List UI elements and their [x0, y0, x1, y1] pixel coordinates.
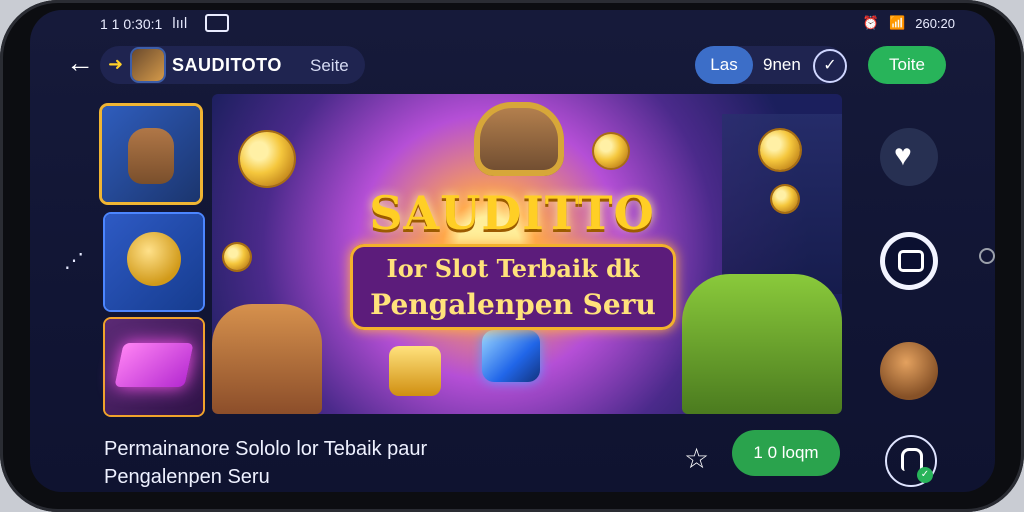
check-icon[interactable]: ✓: [813, 49, 847, 83]
character-top: [474, 102, 564, 176]
battery-text: 260:20: [915, 15, 955, 31]
alarm-icon: ⏰: [862, 15, 880, 30]
game-thumbnail[interactable]: [105, 214, 203, 310]
banner-title-main: SAUDITTO: [369, 186, 655, 240]
banner-title-line1: Ior Slot Terbaik dk: [386, 254, 640, 283]
banner-title: SAUDITTO Ior Slot Terbaik dk Pengalenpen…: [332, 186, 692, 336]
camera-icon: [898, 250, 924, 272]
gem-icon: [114, 343, 194, 387]
trophy-icon: [127, 232, 181, 286]
bottom-caption-line2: Pengalenpen Seru: [104, 466, 270, 488]
front-camera: [979, 248, 995, 264]
check-badge-icon: ✓: [917, 467, 933, 483]
game-thumbnail[interactable]: [102, 106, 200, 202]
character-right: [682, 274, 842, 414]
back-button[interactable]: ←: [62, 46, 98, 82]
coin: [760, 130, 800, 170]
phone-frame: 1 1 0:30:1 lııl ⏰ 📶 260:20 ← ➜ SAUDITOTO…: [0, 0, 1024, 512]
share-icon[interactable]: ⋰: [64, 248, 88, 272]
brand-avatar: [132, 49, 164, 81]
segment-control: Las 9nen ✓: [695, 46, 847, 84]
blue-gem: [482, 330, 540, 382]
segment-left[interactable]: Las: [695, 46, 753, 84]
character-left: [212, 304, 322, 414]
game-thumbnail[interactable]: [105, 319, 203, 415]
bottom-caption-line1: Permainanore Sololo lor Tebaik paur: [104, 438, 428, 460]
coin: [240, 132, 294, 186]
arrow-left-icon: ←: [66, 47, 94, 78]
brand-name: SAUDITOTO: [172, 55, 282, 75]
arrow-right-icon: ➜: [108, 54, 124, 74]
status-time: 1 1 0:30:1: [100, 16, 163, 32]
app-screen: 1 1 0:30:1 lııl ⏰ 📶 260:20 ← ➜ SAUDITOTO…: [30, 10, 995, 492]
coin: [224, 244, 250, 270]
bottom-caption: Permainanore Sololo lor Tebaik paur Peng…: [104, 435, 427, 491]
star-icon[interactable]: ☆: [684, 445, 714, 475]
profile-button[interactable]: ✓: [885, 435, 937, 487]
avatar-button[interactable]: [880, 342, 938, 400]
play-button[interactable]: 1 0 loqm: [732, 430, 840, 476]
gold-cup: [389, 346, 441, 396]
heart-icon: ♥: [894, 139, 912, 172]
brand-sub: Seite: [310, 56, 349, 75]
banner-title-plate: Ior Slot Terbaik dk Pengalenpen Seru: [350, 244, 676, 330]
signal-icon: lııl: [172, 16, 188, 32]
segment-right[interactable]: 9nen: [763, 46, 801, 84]
screen-icon: [205, 14, 229, 32]
coin: [594, 134, 628, 168]
top-bar: ← ➜ SAUDITOTO Seite Las 9nen ✓ Toite: [30, 42, 995, 86]
coin: [772, 186, 798, 212]
character-face: [128, 128, 174, 184]
toite-button[interactable]: Toite: [868, 46, 946, 84]
wifi-icon: 📶: [889, 15, 906, 30]
brand-pill[interactable]: ➜ SAUDITOTO Seite: [100, 46, 365, 84]
like-button[interactable]: ♥: [880, 128, 938, 186]
status-right: ⏰ 📶 260:20: [863, 15, 955, 31]
hero-banner[interactable]: SAUDITTO Ior Slot Terbaik dk Pengalenpen…: [212, 94, 842, 414]
banner-title-line2: Pengalenpen Seru: [370, 288, 656, 321]
status-bar: 1 1 0:30:1 lııl ⏰ 📶 260:20: [30, 10, 995, 34]
camera-button[interactable]: [880, 232, 938, 290]
